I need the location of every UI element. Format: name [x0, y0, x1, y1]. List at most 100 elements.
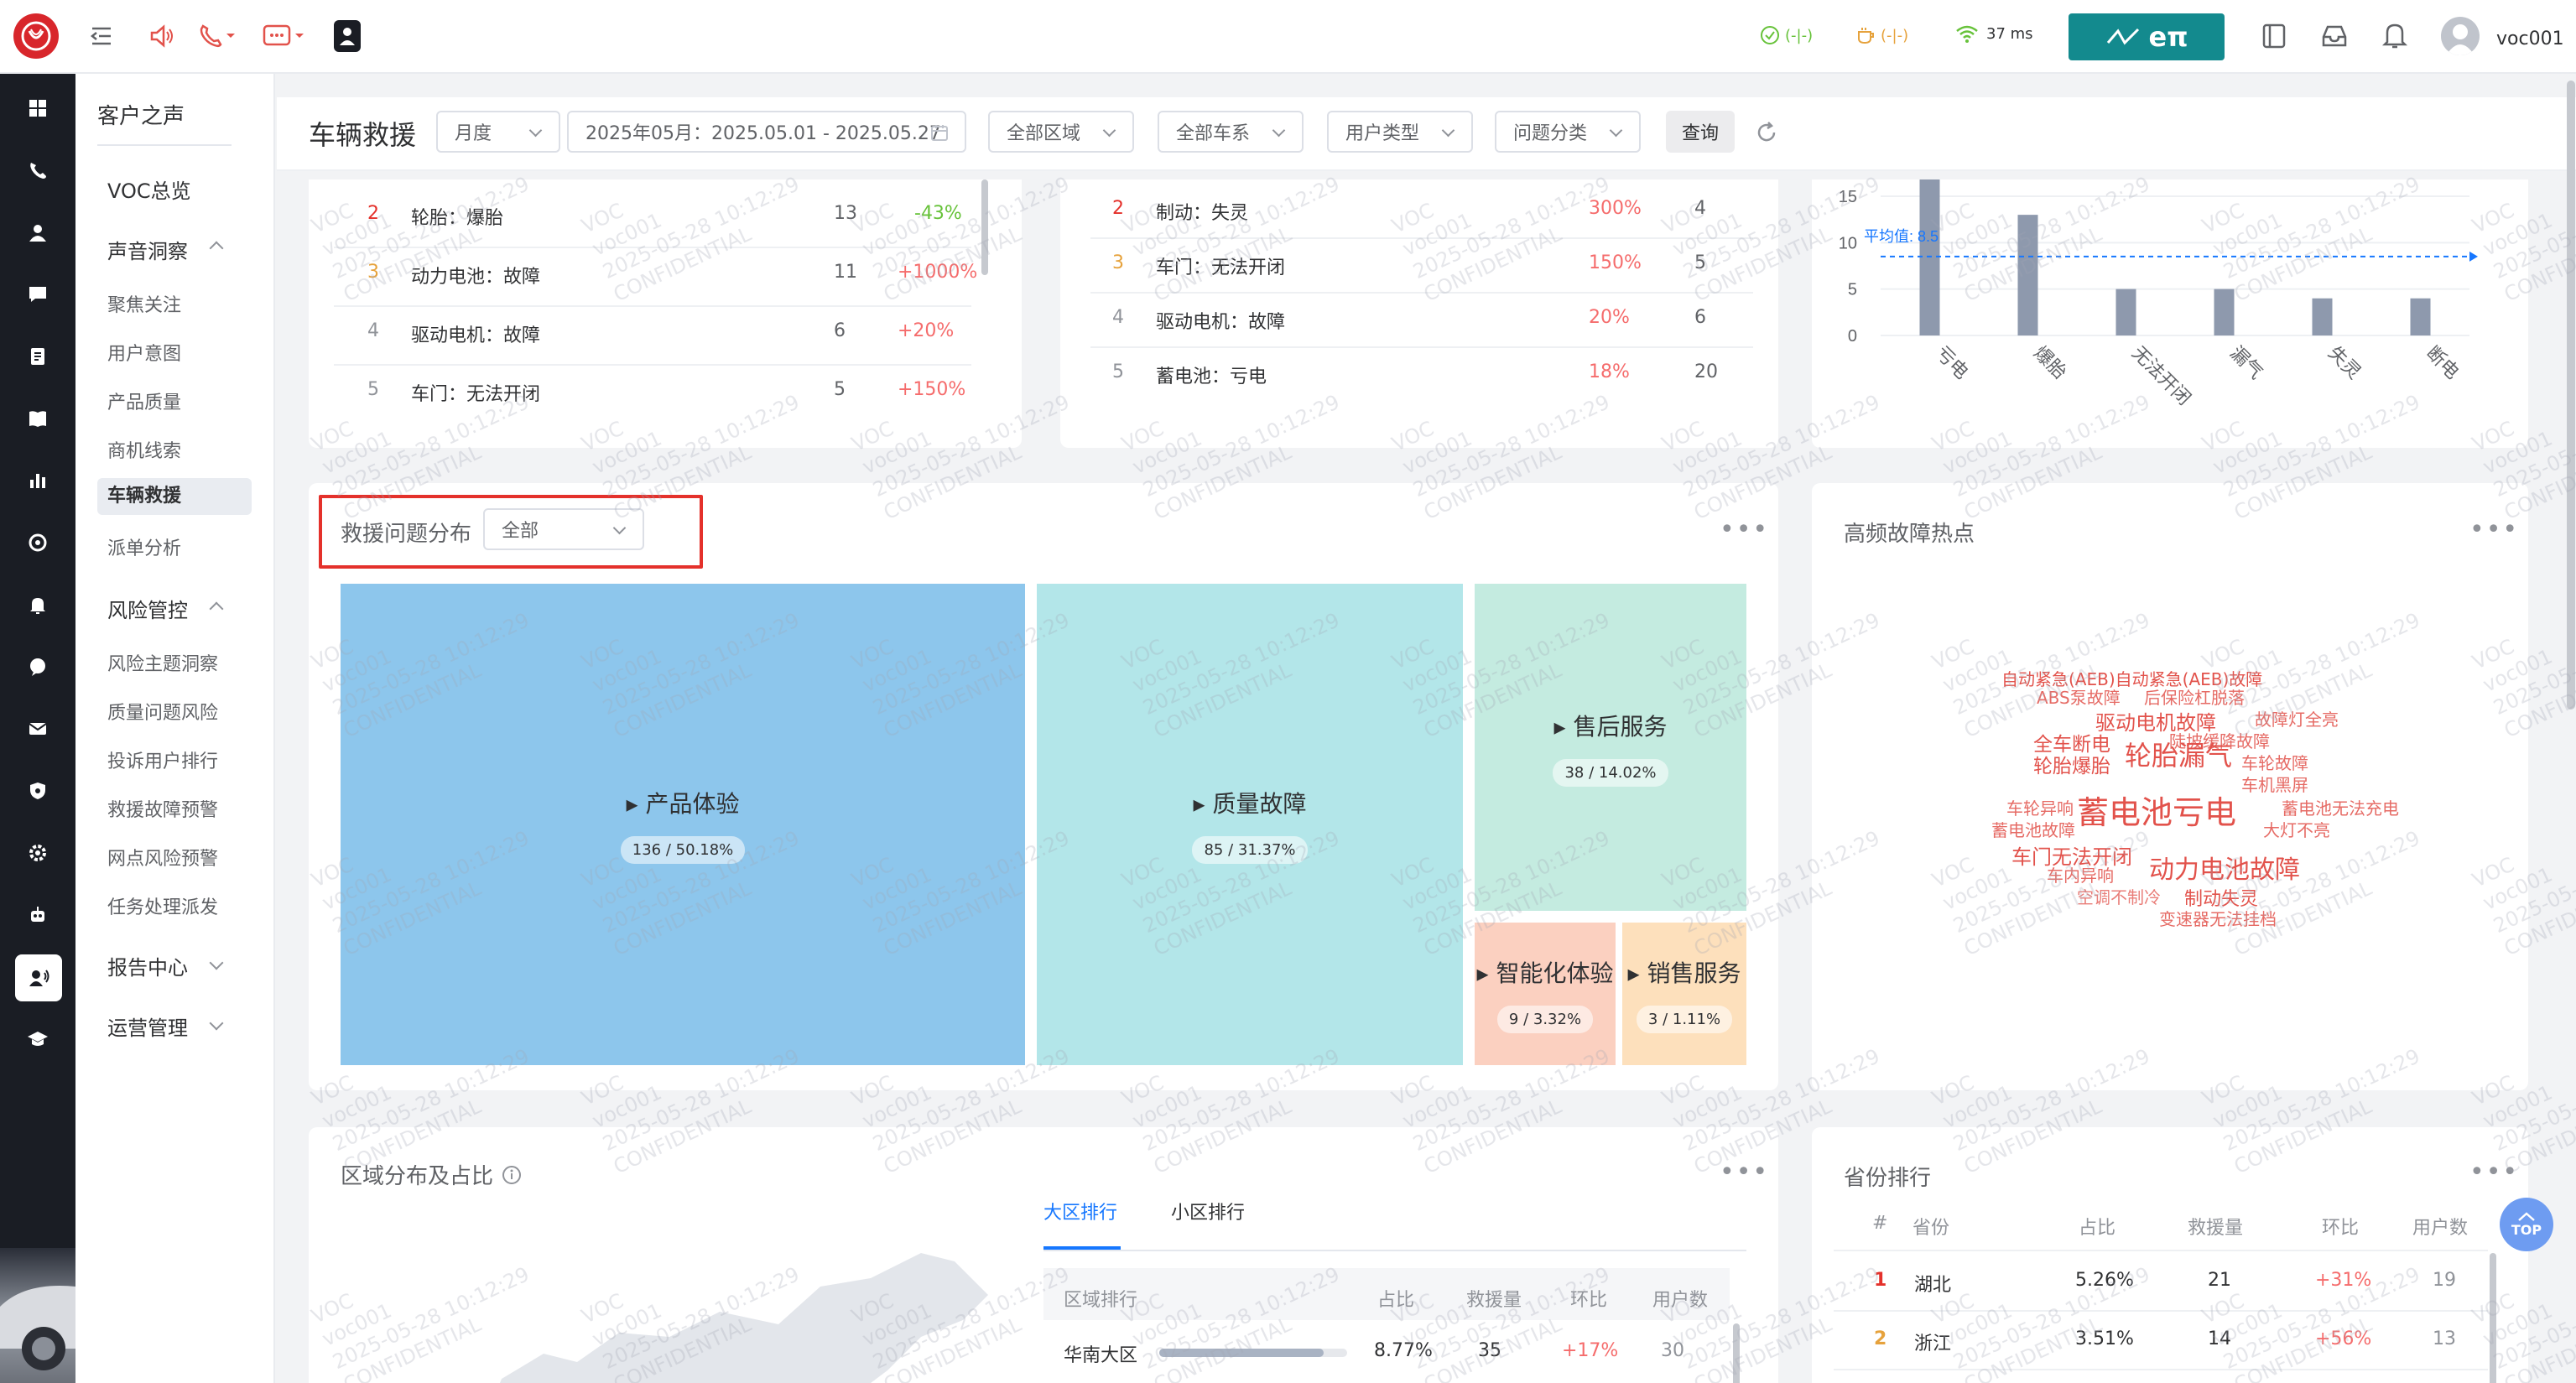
nav-alert-icon[interactable]	[20, 587, 55, 622]
message-icon[interactable]	[262, 22, 307, 50]
bar[interactable]	[2017, 215, 2038, 335]
tab-region[interactable]: 大区排行	[1043, 1198, 1117, 1224]
treemap-cell-sales-service[interactable]: ▸ 销售服务 3 / 1.11%	[1622, 923, 1746, 1065]
menu-item-task-dispatch[interactable]: 任务处理派发	[107, 892, 218, 919]
treemap-cell-product-experience[interactable]: ▸ 产品体验 136 / 50.18%	[341, 584, 1025, 1065]
table-scrollbar[interactable]	[1733, 1323, 1740, 1383]
menu-group-report-center[interactable]: 报告中心	[107, 951, 188, 980]
back-to-top-button[interactable]: TOP	[2500, 1198, 2553, 1251]
word[interactable]: 故障灯全亮	[2255, 706, 2339, 730]
list-item[interactable]: 3 动力电池：故障 11 +1000%	[309, 248, 977, 307]
bar[interactable]	[2312, 298, 2333, 335]
menu-item-business-leads[interactable]: 商机线索	[107, 436, 181, 463]
word[interactable]: 空调不制冷	[2077, 884, 2161, 908]
avatar[interactable]	[2441, 17, 2480, 55]
speaker-icon[interactable]	[148, 22, 176, 50]
nav-book-icon[interactable]	[20, 401, 55, 436]
refresh-icon[interactable]	[1755, 121, 1778, 144]
table-row[interactable]: 1 湖北 5.26% 21 +31% 19	[1812, 1253, 2488, 1312]
chevron-up-icon[interactable]	[209, 241, 224, 256]
treemap-filter-select[interactable]: 全部	[483, 508, 644, 550]
treemap-cell-smart-experience[interactable]: ▸ 智能化体验 9 / 3.32%	[1475, 923, 1616, 1065]
list-item[interactable]: 5 车门：无法开闭 5 +150%	[309, 366, 971, 424]
list-item[interactable]: 4 驱动电机：故障 20% 6	[1060, 294, 1756, 348]
book-icon[interactable]	[2260, 22, 2288, 50]
word[interactable]: 变速器无法挂档	[2159, 906, 2277, 930]
province-scrollbar[interactable]	[2490, 1253, 2496, 1383]
list-item[interactable]: 4 驱动电机：故障 6 +20%	[309, 307, 971, 366]
menu-item-voc-overview[interactable]: VOC总览	[107, 174, 191, 204]
contact-card-icon[interactable]	[334, 20, 361, 52]
word[interactable]: 大灯不亮	[2263, 817, 2330, 841]
word[interactable]: 车机黑屏	[2241, 772, 2308, 796]
word[interactable]: 动力电池故障	[2149, 849, 2300, 886]
issue-type-select[interactable]: 问题分类	[1495, 111, 1641, 153]
nav-dashboard-icon[interactable]	[20, 91, 55, 126]
more-icon[interactable]: •••	[2469, 1160, 2519, 1185]
tab-subregion[interactable]: 小区排行	[1171, 1198, 1245, 1224]
word[interactable]: 车轮异响	[2006, 795, 2074, 819]
menu-item-complaint-rank[interactable]: 投诉用户排行	[107, 746, 218, 773]
table-row[interactable]: 华南大区 8.77% 35 +17% 30	[1043, 1323, 1730, 1374]
menu-item-risk-topic[interactable]: 风险主题洞察	[107, 649, 218, 676]
collapse-menu-icon[interactable]	[89, 23, 114, 49]
bar[interactable]	[2410, 298, 2431, 335]
table-row[interactable]: 2 浙江 3.51% 14 +56% 13	[1812, 1312, 2488, 1370]
word[interactable]: 轮胎爆胎	[2033, 750, 2110, 778]
nav-chat-icon[interactable]	[20, 277, 55, 312]
menu-group-voice-insight[interactable]: 声音洞察	[107, 235, 188, 264]
phone-icon[interactable]	[196, 22, 238, 50]
nav-document-icon[interactable]	[20, 339, 55, 374]
word[interactable]: 蓄电池无法充电	[2282, 795, 2399, 819]
more-icon[interactable]: •••	[1720, 517, 1769, 543]
info-icon[interactable]	[502, 1165, 522, 1185]
list-scrollbar[interactable]	[981, 179, 988, 275]
more-icon[interactable]: •••	[1720, 1160, 1769, 1185]
menu-item-product-quality[interactable]: 产品质量	[107, 387, 181, 414]
word[interactable]: 车轮故障	[2241, 750, 2308, 774]
nav-settings-icon[interactable]	[20, 835, 55, 871]
list-item[interactable]: 2 轮胎：爆胎 13 -43%	[309, 190, 971, 248]
menu-item-vehicle-rescue[interactable]: 车辆救援	[97, 478, 252, 515]
word[interactable]: 轮胎漏气	[2125, 735, 2232, 773]
nav-support-icon[interactable]	[20, 525, 55, 560]
word[interactable]: 车内异响	[2047, 862, 2114, 886]
chevron-down-icon[interactable]	[209, 955, 224, 970]
inbox-icon[interactable]	[2320, 22, 2349, 50]
nav-shield-icon[interactable]	[20, 773, 55, 808]
menu-item-user-intent[interactable]: 用户意图	[107, 339, 181, 366]
nav-voice-icon[interactable]	[15, 954, 62, 1001]
query-button[interactable]: 查询	[1666, 111, 1735, 153]
nav-call-icon[interactable]	[20, 153, 55, 188]
page-scrollbar[interactable]	[2567, 81, 2575, 710]
menu-item-dispatch-analysis[interactable]: 派单分析	[107, 533, 181, 560]
menu-item-quality-risk[interactable]: 质量问题风险	[107, 698, 218, 725]
date-range-picker[interactable]: 2025年05月：2025.05.01 - 2025.05.27	[567, 111, 966, 153]
nav-robot-icon[interactable]	[20, 897, 55, 933]
list-item[interactable]: 3 车门：无法开闭 150% 5	[1060, 239, 1756, 294]
brand-badge[interactable]: eπ	[2069, 13, 2225, 60]
list-item[interactable]: 5 蓄电池：亏电 18% 20	[1060, 348, 1756, 403]
bar[interactable]	[2214, 289, 2235, 335]
word[interactable]: 蓄电池亏电	[2077, 787, 2236, 833]
brand-logo[interactable]	[13, 13, 59, 59]
region-select[interactable]: 全部区域	[988, 111, 1134, 153]
nav-comment-icon[interactable]	[20, 649, 55, 684]
vehicle-select[interactable]: 全部车系	[1158, 111, 1304, 153]
menu-item-rescue-warning[interactable]: 救援故障预警	[107, 795, 218, 822]
nav-graduation-icon[interactable]	[20, 1022, 55, 1057]
username[interactable]: voc001	[2496, 29, 2564, 49]
word[interactable]: ABS泵故障	[2037, 684, 2121, 709]
menu-group-operations[interactable]: 运营管理	[107, 1011, 188, 1041]
bar[interactable]	[2115, 289, 2136, 335]
list-item[interactable]: 2 制动：失灵 300% 4	[1060, 185, 1756, 239]
chevron-up-icon[interactable]	[209, 601, 224, 616]
menu-item-outlet-warning[interactable]: 网点风险预警	[107, 844, 218, 871]
nav-chart-icon[interactable]	[20, 463, 55, 498]
menu-group-risk-control[interactable]: 风险管控	[107, 594, 188, 623]
chevron-down-icon[interactable]	[209, 1016, 224, 1031]
user-type-select[interactable]: 用户类型	[1327, 111, 1473, 153]
bell-icon[interactable]	[2381, 20, 2409, 50]
more-icon[interactable]: •••	[2469, 517, 2519, 543]
period-select[interactable]: 月度	[436, 111, 560, 153]
